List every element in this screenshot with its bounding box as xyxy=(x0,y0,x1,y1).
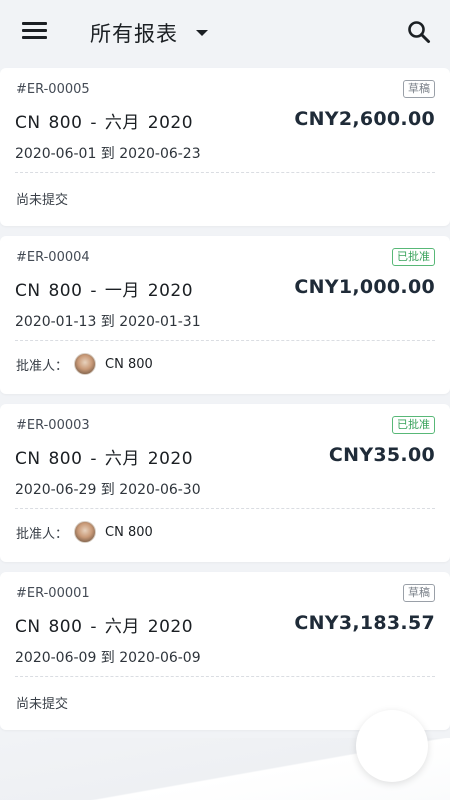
approver-name: CN 800 xyxy=(105,356,153,372)
report-card[interactable]: #ER-00005 草稿 CN 800 - 六月 2020 CNY2,600.0… xyxy=(0,68,450,226)
report-amount: CNY35.00 xyxy=(328,444,435,466)
status-badge: 已批准 xyxy=(392,248,435,266)
report-card[interactable]: #ER-00001 草稿 CN 800 - 六月 2020 CNY3,183.5… xyxy=(0,572,450,730)
report-date-range: 2020-06-09 到 2020-06-09 xyxy=(15,650,201,666)
report-amount: CNY3,183.57 xyxy=(294,612,435,634)
page-title: 所有报表 xyxy=(90,22,178,46)
approver-name: CN 800 xyxy=(105,524,153,540)
report-date-range: 2020-06-29 到 2020-06-30 xyxy=(15,482,201,498)
dashed-divider xyxy=(15,676,435,677)
report-name: CN 800 - 六月 2020 xyxy=(15,113,194,133)
status-badge: 草稿 xyxy=(403,584,435,602)
dashed-divider xyxy=(15,340,435,341)
report-card[interactable]: #ER-00004 已批准 CN 800 - 一月 2020 CNY1,000.… xyxy=(0,236,450,394)
dashed-divider xyxy=(15,172,435,173)
avatar xyxy=(74,353,97,375)
approver-row: 批准人： CN 800 xyxy=(16,520,153,544)
menu-line xyxy=(22,22,47,25)
menu-line xyxy=(22,36,47,39)
approver-label: 批准人： xyxy=(16,358,69,374)
report-id: #ER-00001 xyxy=(16,586,90,601)
hamburger-menu-icon[interactable] xyxy=(22,22,48,42)
submission-status: 尚未提交 xyxy=(16,193,69,208)
add-report-button[interactable] xyxy=(356,710,428,782)
report-name: CN 800 - 六月 2020 xyxy=(15,449,194,469)
avatar xyxy=(74,521,97,543)
top-bar: 所有报表 xyxy=(0,0,450,64)
report-id: #ER-00003 xyxy=(16,418,90,433)
report-date-range: 2020-01-13 到 2020-01-31 xyxy=(15,314,201,330)
report-amount: CNY2,600.00 xyxy=(294,108,435,130)
status-badge: 已批准 xyxy=(392,416,435,434)
report-id: #ER-00004 xyxy=(16,250,90,265)
menu-line xyxy=(22,29,47,32)
app-root: 所有报表 #ER-00005 草稿 CN 800 - 六月 2020 CNY2,… xyxy=(0,0,450,800)
search-icon[interactable] xyxy=(406,19,432,45)
status-badge: 草稿 xyxy=(403,80,435,98)
report-card[interactable]: #ER-00003 已批准 CN 800 - 六月 2020 CNY35.00 … xyxy=(0,404,450,562)
dashed-divider xyxy=(15,508,435,509)
approver-label: 批准人： xyxy=(16,526,69,542)
report-id: #ER-00005 xyxy=(16,82,90,97)
report-date-range: 2020-06-01 到 2020-06-23 xyxy=(15,146,201,162)
submission-status: 尚未提交 xyxy=(16,697,69,712)
report-name: CN 800 - 六月 2020 xyxy=(15,617,194,637)
report-filter-dropdown[interactable]: 所有报表 xyxy=(90,18,208,48)
report-name: CN 800 - 一月 2020 xyxy=(15,281,194,301)
caret-down-icon xyxy=(196,30,208,36)
approver-row: 批准人： CN 800 xyxy=(16,352,153,376)
report-amount: CNY1,000.00 xyxy=(294,276,435,298)
